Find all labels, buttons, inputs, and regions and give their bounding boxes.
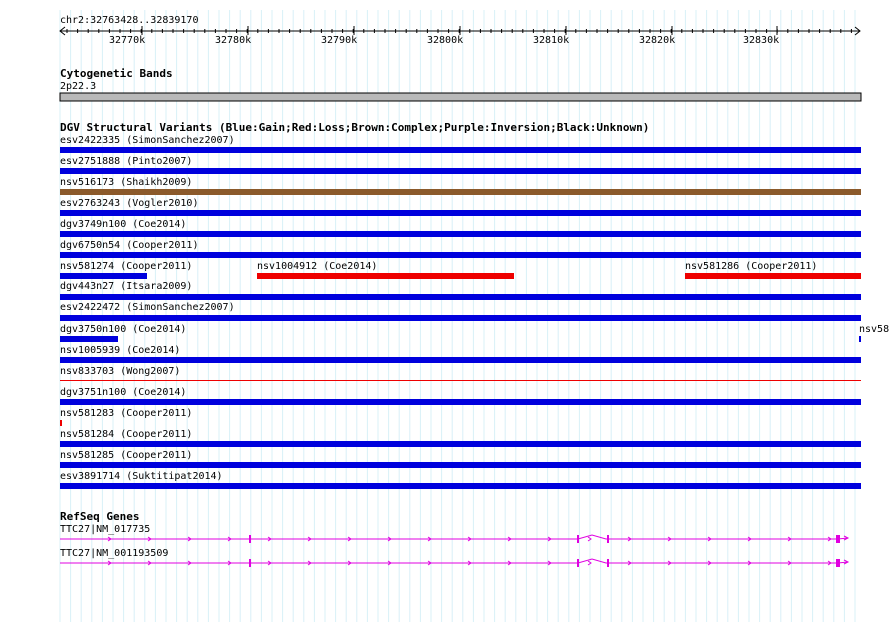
intron-line [60,558,849,564]
dgv-variant-bar [60,420,62,426]
exon-block [607,535,609,543]
ruler-tick-label: 32820k [639,35,676,46]
dgv-variant-bar [60,147,861,153]
dgv-variant-bar [60,462,861,468]
dgv-variant-bar [60,483,861,489]
dgv-variant-label[interactable]: nsv581286 (Cooper2011) [685,261,817,272]
dgv-variant-bar [60,336,118,342]
ruler [59,26,861,36]
dgv-variant-bar [60,315,861,321]
exon-block [249,559,251,567]
dgv-variant-label[interactable]: nsv833703 (Wong2007) [60,366,180,377]
dgv-variant-label[interactable]: nsv581274 (Cooper2011) [60,261,192,272]
dgv-variant-bar [60,231,861,237]
exon-block [577,535,579,543]
cytoband-label: 2p22.3 [60,81,97,92]
ruler-tick-label: 32790k [321,35,358,46]
dgv-variant-label[interactable]: dgv3749n100 (Coe2014) [60,219,186,230]
dgv-variant-bar [60,168,861,174]
intron-line [60,534,849,540]
cytoband-track-title[interactable]: Cytogenetic Bands [60,68,173,80]
dgv-variant-label[interactable]: esv2763243 (Vogler2010) [60,198,198,209]
dgv-variant-bar [60,294,861,300]
exon-block [836,535,840,543]
dgv-variant-label[interactable]: esv2751888 (Pinto2007) [60,156,192,167]
dgv-variant-label[interactable]: nsv1005939 (Coe2014) [60,345,180,356]
refseq-gene-models[interactable] [60,534,850,567]
dgv-variant-bar [60,380,861,381]
dgv-variant-bar [60,210,861,216]
dgv-variant-label[interactable]: esv3891714 (Suktitipat2014) [60,471,223,482]
dgv-variant-label[interactable]: nsv516173 (Shaikh2009) [60,177,192,188]
ruler-tick-label: 32800k [427,35,464,46]
refseq-transcript-label[interactable]: TTC27|NM_017735 [60,524,150,535]
ruler-title: chr2:32763428..32839170 [60,15,199,26]
dgv-variant-bar [257,273,514,279]
dgv-variant-bar [60,399,861,405]
dgv-variant-label[interactable]: nsv581285 (Cooper2011) [60,450,192,461]
dgv-variant-label[interactable]: dgv6750n54 (Cooper2011) [60,240,198,251]
dgv-variant-label[interactable]: esv2422472 (SimonSanchez2007) [60,302,235,313]
dgv-variant-label[interactable]: nsv581284 (Cooper2011) [60,429,192,440]
dgv-variant-label[interactable]: nsv58 [859,324,889,335]
dgv-variant-bar [60,357,861,363]
ruler-tick-label: 32770k [109,35,146,46]
exon-block [607,559,609,567]
dgv-variant-bar [60,441,861,447]
dgv-variant-bar [60,273,147,279]
exon-block [249,535,251,543]
ruler-tick-label: 32780k [215,35,252,46]
dgv-variant-bar [859,336,861,342]
dgv-variant-label[interactable]: nsv1004912 (Coe2014) [257,261,377,272]
dgv-variant-label[interactable]: dgv3751n100 (Coe2014) [60,387,186,398]
dgv-track-title[interactable]: DGV Structural Variants (Blue:Gain;Red:L… [60,122,649,134]
ruler-tick-label: 32810k [533,35,570,46]
ruler-tick-label: 32830k [743,35,780,46]
exon-block [577,559,579,567]
dgv-variant-bar [685,273,861,279]
dgv-variant-bar [60,189,861,195]
dgv-variant-label[interactable]: nsv581283 (Cooper2011) [60,408,192,419]
exon-block [836,559,840,567]
cytoband-2p22-3[interactable] [59,92,862,102]
dgv-variant-label[interactable]: dgv443n27 (Itsara2009) [60,281,192,292]
dgv-variant-label[interactable]: esv2422335 (SimonSanchez2007) [60,135,235,146]
dgv-variant-label[interactable]: dgv3750n100 (Coe2014) [60,324,186,335]
refseq-track-title[interactable]: RefSeq Genes [60,511,139,523]
dgv-variant-bar [60,252,861,258]
refseq-transcript-label[interactable]: TTC27|NM_001193509 [60,548,168,559]
